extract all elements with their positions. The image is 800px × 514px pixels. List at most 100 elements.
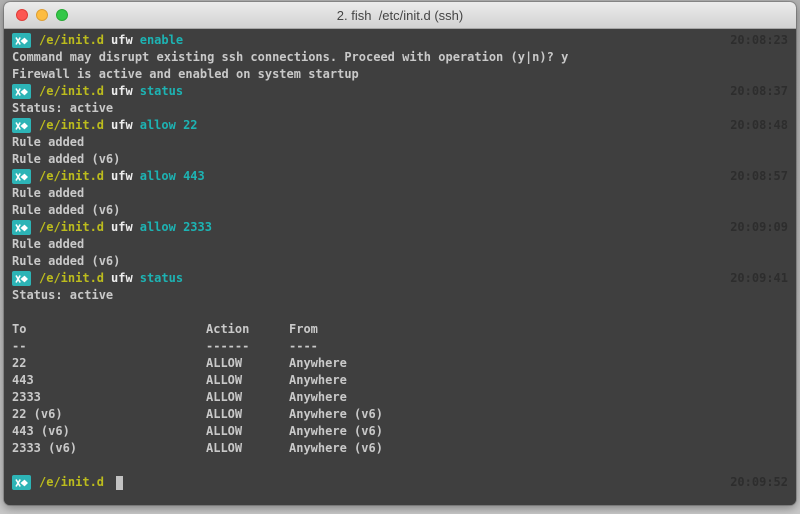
text-cursor[interactable]: [116, 476, 123, 490]
output-line: Rule added: [12, 134, 788, 151]
prompt-path: /e/init.d: [39, 117, 104, 134]
output-line: Status: active: [12, 287, 788, 304]
table-header-row: To Action From: [12, 321, 788, 338]
output-text: Rule added: [12, 185, 84, 202]
table-header-from: From: [289, 321, 788, 338]
rule-to: 2333: [12, 389, 206, 406]
timestamp: 20:08:48: [730, 117, 788, 134]
window-title: 2. fish /etc/init.d (ssh): [337, 8, 463, 23]
rule-action: ALLOW: [206, 440, 289, 457]
prompt-line: /e/init.d ufw allow 2333 20:09:09: [12, 219, 788, 236]
fish-prompt-badge: [12, 220, 31, 235]
command-program: ufw: [111, 219, 133, 236]
zoom-button[interactable]: [56, 9, 68, 21]
fish-prompt-badge: [12, 84, 31, 99]
close-button[interactable]: [16, 9, 28, 21]
prompt-line: /e/init.d ufw allow 443 20:08:57: [12, 168, 788, 185]
output-line: Rule added (v6): [12, 151, 788, 168]
prompt-line: /e/init.d ufw enable 20:08:23: [12, 32, 788, 49]
fish-prompt-badge: [12, 33, 31, 48]
table-row: 2333 (v6) ALLOW Anywhere (v6): [12, 440, 788, 457]
rule-to: 22 (v6): [12, 406, 206, 423]
output-text: Status: active: [12, 287, 113, 304]
terminal-screen[interactable]: /e/init.d ufw enable 20:08:23 Command ma…: [4, 29, 796, 505]
rule-to: 443 (v6): [12, 423, 206, 440]
fish-icon: [15, 87, 29, 97]
rule-action: ALLOW: [206, 372, 289, 389]
prompt-line: /e/init.d ufw allow 22 20:08:48: [12, 117, 788, 134]
fish-icon: [15, 274, 29, 284]
desktop: 2. fish /etc/init.d (ssh) /e/init.d ufw …: [0, 0, 800, 514]
table-row: 22 ALLOW Anywhere: [12, 355, 788, 372]
prompt-path: /e/init.d: [39, 83, 104, 100]
command-program: ufw: [111, 270, 133, 287]
prompt-path: /e/init.d: [39, 168, 104, 185]
prompt-path: /e/init.d: [39, 474, 104, 491]
table-row: 2333 ALLOW Anywhere: [12, 389, 788, 406]
rule-to: 22: [12, 355, 206, 372]
fish-icon: [15, 121, 29, 131]
window-titlebar[interactable]: 2. fish /etc/init.d (ssh): [4, 2, 796, 29]
rule-action: ALLOW: [206, 389, 289, 406]
rule-from: Anywhere (v6): [289, 440, 788, 457]
minimize-button[interactable]: [36, 9, 48, 21]
command-args: allow 443: [140, 168, 205, 185]
rule-to: 443: [12, 372, 206, 389]
prompt-line: /e/init.d ufw status 20:08:37: [12, 83, 788, 100]
table-divider-from: ----: [289, 338, 788, 355]
command-program: ufw: [111, 168, 133, 185]
table-row: 443 ALLOW Anywhere: [12, 372, 788, 389]
fish-icon: [15, 478, 29, 488]
output-text: Rule added (v6): [12, 253, 120, 270]
timestamp: 20:09:41: [730, 270, 788, 287]
table-row: 443 (v6) ALLOW Anywhere (v6): [12, 423, 788, 440]
output-text: Rule added (v6): [12, 202, 120, 219]
fish-icon: [15, 172, 29, 182]
output-text: Rule added: [12, 134, 84, 151]
table-divider-action: ------: [206, 338, 289, 355]
blank-line: [12, 457, 788, 474]
table-header-to: To: [12, 321, 206, 338]
timestamp: 20:09:09: [730, 219, 788, 236]
table-divider-row: -- ------ ----: [12, 338, 788, 355]
fish-prompt-badge: [12, 475, 31, 490]
rule-to: 2333 (v6): [12, 440, 206, 457]
output-text: Rule added (v6): [12, 151, 120, 168]
fish-icon: [15, 223, 29, 233]
window-controls: [16, 2, 68, 28]
rule-from: Anywhere (v6): [289, 423, 788, 440]
command-program: ufw: [111, 32, 133, 49]
prompt-line: /e/init.d ufw status 20:09:41: [12, 270, 788, 287]
output-text: Status: active: [12, 100, 113, 117]
timestamp: 20:08:57: [730, 168, 788, 185]
output-line: Rule added: [12, 185, 788, 202]
output-text: Firewall is active and enabled on system…: [12, 66, 359, 83]
rule-from: Anywhere: [289, 372, 788, 389]
output-line: Command may disrupt existing ssh connect…: [12, 49, 788, 66]
timestamp: 20:08:37: [730, 83, 788, 100]
command-program: ufw: [111, 83, 133, 100]
output-line: Rule added (v6): [12, 202, 788, 219]
timestamp: 20:08:23: [730, 32, 788, 49]
command-args: status: [140, 83, 183, 100]
rule-from: Anywhere: [289, 355, 788, 372]
rule-action: ALLOW: [206, 423, 289, 440]
prompt-path: /e/init.d: [39, 270, 104, 287]
prompt-line-current[interactable]: /e/init.d 20:09:52: [12, 474, 788, 491]
terminal-window: 2. fish /etc/init.d (ssh) /e/init.d ufw …: [4, 2, 796, 505]
output-text: Command may disrupt existing ssh connect…: [12, 49, 568, 66]
timestamp: 20:09:52: [730, 474, 788, 491]
fish-prompt-badge: [12, 169, 31, 184]
rule-from: Anywhere (v6): [289, 406, 788, 423]
output-line: Rule added: [12, 236, 788, 253]
fish-icon: [15, 36, 29, 46]
output-line: Status: active: [12, 100, 788, 117]
command-args: allow 2333: [140, 219, 212, 236]
table-row: 22 (v6) ALLOW Anywhere (v6): [12, 406, 788, 423]
rule-action: ALLOW: [206, 355, 289, 372]
command-args: status: [140, 270, 183, 287]
prompt-path: /e/init.d: [39, 32, 104, 49]
fish-prompt-badge: [12, 271, 31, 286]
table-header-action: Action: [206, 321, 289, 338]
prompt-path: /e/init.d: [39, 219, 104, 236]
